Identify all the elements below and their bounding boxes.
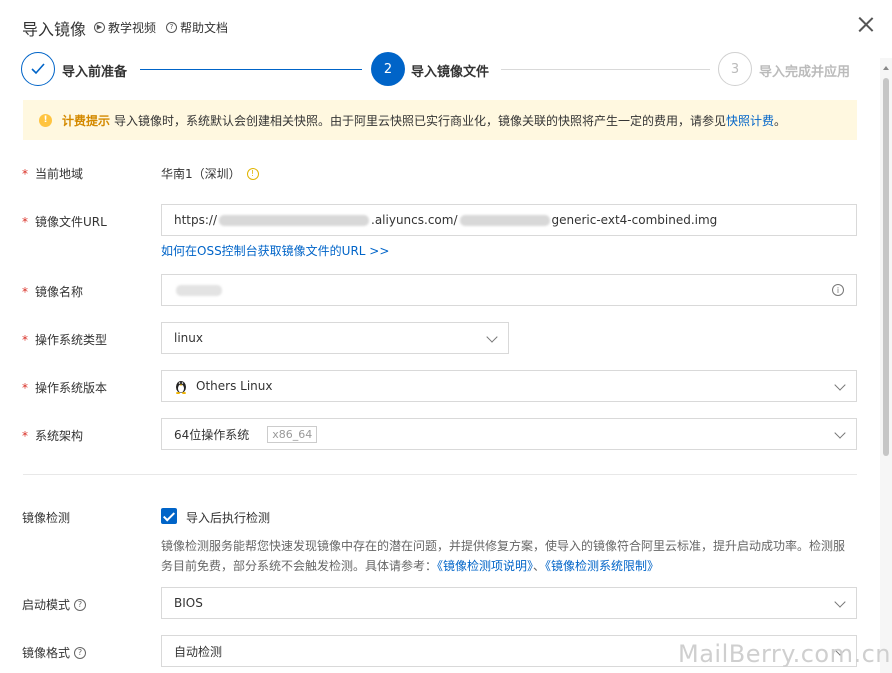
os-version-label: 操作系统版本 <box>35 381 108 395</box>
check-label-row: 镜像检测 <box>22 509 70 526</box>
region-value-row: 华南1（深圳） ! <box>161 165 259 182</box>
tutorial-video-label: 教学视频 <box>108 21 157 35</box>
os-type-label-row: * 操作系统类型 <box>22 331 107 348</box>
boot-label-row: 启动模式 ? <box>22 596 87 613</box>
dialog-header: 导入镜像 ▶ 教学视频 ? 帮助文档 <box>0 0 892 54</box>
info-icon[interactable]: i <box>832 284 844 296</box>
notice-title: 计费提示 <box>62 113 111 128</box>
step-2-circle: 2 <box>371 52 405 86</box>
os-type-value: linux <box>174 331 203 345</box>
redacted-name <box>176 284 222 296</box>
scrollbar[interactable] <box>880 58 892 673</box>
required-mark: * <box>22 332 28 347</box>
billing-notice: ! 计费提示 导入镜像时，系统默认会创建相关快照。由于阿里云快照已实行商业化，镜… <box>23 100 857 140</box>
linux-penguin-icon <box>174 378 188 394</box>
dialog-title: 导入镜像 <box>22 20 87 39</box>
image-url-input[interactable]: https:// .aliyuncs.com/ generic-ext4-com… <box>161 204 857 236</box>
run-check-checkbox[interactable] <box>161 508 177 524</box>
arch-label-row: * 系统架构 <box>22 427 83 444</box>
step-connector-2 <box>501 69 710 70</box>
image-format-value: 自动检测 <box>174 644 223 659</box>
chevron-down-icon <box>834 427 846 439</box>
snapshot-billing-link[interactable]: 快照计费 <box>726 112 774 129</box>
os-type-select[interactable]: linux <box>161 322 509 354</box>
notice-text: 导入镜像时，系统默认会创建相关快照。由于阿里云快照已实行商业化，镜像关联的快照将… <box>114 113 727 128</box>
step-3-circle: 3 <box>718 52 752 86</box>
required-mark: * <box>22 428 28 443</box>
chevron-down-icon <box>486 331 498 343</box>
scrollbar-thumb[interactable] <box>883 78 889 456</box>
boot-mode-value: BIOS <box>174 596 203 610</box>
step-3-label: 导入完成并应用 <box>759 65 851 80</box>
notice-end: 。 <box>774 113 787 128</box>
play-icon: ▶ <box>94 22 105 33</box>
info-icon[interactable]: ! <box>246 167 259 180</box>
os-version-select[interactable]: Others Linux <box>161 370 857 402</box>
stepper: 导入前准备 2 导入镜像文件 3 导入完成并应用 <box>0 52 892 88</box>
step-connector-1 <box>140 69 362 70</box>
check-limits-link[interactable]: 《镜像检测系统限制》 <box>545 559 659 573</box>
url-label: 镜像文件URL <box>35 215 107 229</box>
arch-label: 系统架构 <box>35 429 84 443</box>
boot-mode-select[interactable]: BIOS <box>161 587 857 619</box>
help-icon[interactable]: ? <box>74 646 87 659</box>
step-1-label: 导入前准备 <box>62 65 128 80</box>
required-mark: * <box>22 214 28 229</box>
watermark: MailBerry.com.cn <box>678 640 891 668</box>
tutorial-video-link[interactable]: ▶ 教学视频 <box>94 19 156 36</box>
redacted-host <box>219 214 370 226</box>
format-label: 镜像格式 <box>22 646 71 660</box>
url-label-row: * 镜像文件URL <box>22 213 107 230</box>
os-type-label: 操作系统类型 <box>35 333 108 347</box>
required-mark: * <box>22 284 28 299</box>
region-value: 华南1（深圳） <box>161 167 241 181</box>
link-separator: 、 <box>533 559 546 573</box>
arch-tag: x86_64 <box>267 425 318 443</box>
help-doc-link[interactable]: ? 帮助文档 <box>166 19 228 36</box>
oss-url-help-link[interactable]: 如何在OSS控制台获取镜像文件的URL >> <box>161 242 389 259</box>
step-2-label: 导入镜像文件 <box>411 65 490 80</box>
run-check-label[interactable]: 导入后执行检测 <box>186 509 270 526</box>
os-version-label-row: * 操作系统版本 <box>22 379 107 396</box>
warning-icon: ! <box>39 113 52 127</box>
arch-select[interactable]: 64位操作系统 x86_64 <box>161 418 857 450</box>
url-prefix: https:// <box>174 213 218 227</box>
check-desc-line2: 务目前免费，部分系统不会触发检测。具体请参考： <box>161 559 438 573</box>
check-description: 镜像检测服务能帮您快速发现镜像中存在的潜在问题，并提供修复方案，使导入的镜像符合… <box>161 536 861 576</box>
image-name-input[interactable]: i <box>161 274 857 306</box>
region-label: 当前地域 <box>35 167 84 181</box>
url-suffix: generic-ext4-combined.img <box>551 213 718 227</box>
arch-value: 64位操作系统 <box>174 427 250 442</box>
redacted-path <box>459 214 550 226</box>
name-label: 镜像名称 <box>35 285 84 299</box>
format-label-row: 镜像格式 ? <box>22 644 87 661</box>
check-items-link[interactable]: 《镜像检测项说明》 <box>437 559 533 573</box>
scroll-up-arrow-icon[interactable] <box>883 66 889 70</box>
section-divider <box>23 474 857 475</box>
close-icon[interactable] <box>858 16 874 32</box>
help-icon[interactable]: ? <box>74 598 87 611</box>
region-label-row: * 当前地域 <box>22 165 83 182</box>
name-label-row: * 镜像名称 <box>22 283 83 300</box>
question-icon: ? <box>166 22 177 33</box>
url-middle: .aliyuncs.com/ <box>371 213 458 227</box>
os-version-value: Others Linux <box>196 379 273 393</box>
check-label: 镜像检测 <box>22 511 71 525</box>
boot-label: 启动模式 <box>22 598 71 612</box>
step-1-check-icon <box>21 52 55 86</box>
chevron-down-icon <box>834 379 846 391</box>
help-doc-label: 帮助文档 <box>180 21 229 35</box>
chevron-down-icon <box>834 596 846 608</box>
required-mark: * <box>22 166 28 181</box>
required-mark: * <box>22 380 28 395</box>
check-desc-line2-row: 务目前免费，部分系统不会触发检测。具体请参考：《镜像检测项说明》、《镜像检测系统… <box>161 556 861 576</box>
check-desc-line1: 镜像检测服务能帮您快速发现镜像中存在的潜在问题，并提供修复方案，使导入的镜像符合… <box>161 539 846 553</box>
